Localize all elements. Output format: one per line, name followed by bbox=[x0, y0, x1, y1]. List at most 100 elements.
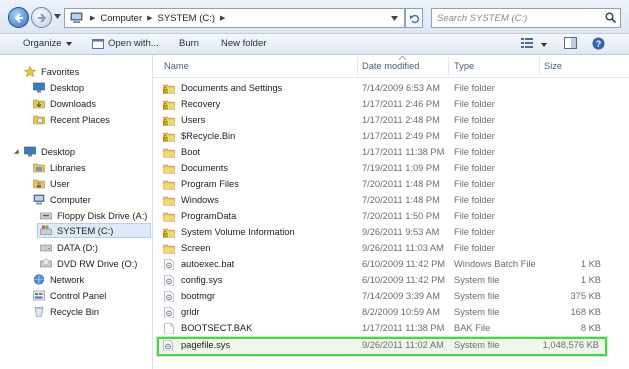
file-row[interactable]: Users 1/17/2011 2:48 PM File folder bbox=[159, 113, 607, 129]
file-row[interactable]: $Recycle.Bin 1/17/2011 2:49 PM File folder bbox=[159, 129, 607, 145]
view-details-icon bbox=[521, 38, 533, 48]
file-row[interactable]: Recovery 1/17/2011 2:46 PM File folder bbox=[159, 97, 607, 113]
column-header-size[interactable]: Size bbox=[544, 61, 562, 71]
file-row[interactable]: autoexec.bat 6/10/2009 11:42 PM Windows Ba… bbox=[159, 257, 607, 273]
file-date-modified: 6/10/2009 11:42 PM bbox=[362, 259, 446, 269]
file-row[interactable]: Documents and Settings 7/14/2009 6:53 AM F… bbox=[159, 81, 607, 97]
file-row[interactable]: Windows 7/20/2011 1:48 PM File folder bbox=[159, 193, 607, 209]
file-row[interactable]: Program Files 7/20/2011 1:48 PM File folde… bbox=[159, 177, 607, 193]
file-row[interactable]: config.sys 6/10/2009 11:42 PM System file 1… bbox=[159, 273, 607, 289]
breadcrumb-separator-icon[interactable]: ▶ bbox=[220, 14, 225, 22]
file-row[interactable]: Screen 9/26/2011 11:03 AM File folder bbox=[159, 241, 607, 257]
column-divider[interactable] bbox=[448, 57, 449, 75]
file-name: bootmgr bbox=[181, 291, 216, 301]
nav-control-panel[interactable]: Control Panel bbox=[33, 288, 106, 303]
view-dropdown-icon[interactable] bbox=[541, 43, 547, 47]
file-name: Program Files bbox=[181, 179, 239, 189]
nav-recycle-bin[interactable]: Recycle Bin bbox=[33, 304, 99, 319]
file-type: File folder bbox=[454, 83, 495, 93]
breadcrumb-separator-icon[interactable]: ▶ bbox=[147, 14, 152, 22]
help-button[interactable]: ? bbox=[592, 37, 605, 50]
nav-libraries[interactable]: Libraries bbox=[33, 160, 86, 175]
column-divider[interactable] bbox=[539, 57, 540, 75]
nav-network[interactable]: Network bbox=[33, 272, 84, 287]
file-date-modified: 1/17/2011 2:48 PM bbox=[362, 115, 440, 125]
breadcrumb-computer[interactable]: Computer bbox=[100, 13, 142, 24]
open-with-button[interactable]: Open with... bbox=[92, 38, 159, 49]
column-header-name[interactable]: Name bbox=[164, 61, 189, 71]
desktop-icon bbox=[33, 82, 45, 93]
nav-desktop[interactable]: Desktop bbox=[24, 144, 75, 159]
windows-drive-icon bbox=[40, 225, 52, 235]
nav-label: Downloads bbox=[50, 98, 96, 109]
system-file-icon bbox=[163, 340, 173, 351]
file-type: File folder bbox=[454, 163, 495, 173]
breadcrumb-separator-icon[interactable]: ▶ bbox=[90, 14, 95, 22]
file-name: pagefile.sys bbox=[181, 340, 231, 350]
folder-icon bbox=[163, 164, 175, 174]
file-name: Documents and Settings bbox=[181, 83, 283, 93]
arrow-left-icon bbox=[14, 13, 23, 23]
forward-button[interactable] bbox=[31, 7, 52, 28]
file-row[interactable]: Boot 1/17/2011 11:38 PM File folder bbox=[159, 145, 607, 161]
search-box[interactable] bbox=[431, 8, 621, 28]
file-row[interactable]: System Volume Information 9/26/2011 9:53 … bbox=[159, 225, 607, 241]
address-dropdown-icon[interactable] bbox=[391, 16, 398, 21]
nav-label: Computer bbox=[50, 194, 91, 205]
address-box[interactable]: ▶ Computer ▶ SYSTEM (C:) ▶ bbox=[64, 8, 405, 28]
file-type: File folder bbox=[454, 211, 495, 221]
nav-computer[interactable]: Computer bbox=[33, 192, 91, 207]
expander-icon[interactable]: ◢ bbox=[14, 148, 19, 155]
file-row[interactable]: grldr 8/2/2009 10:59 AM System file 168 KB bbox=[159, 305, 607, 321]
change-view-button[interactable] bbox=[521, 37, 534, 48]
folder-icon bbox=[163, 196, 175, 206]
system-file-icon bbox=[164, 291, 174, 302]
file-size: 1,048,576 KB bbox=[542, 340, 599, 350]
desktop-icon bbox=[24, 146, 36, 157]
recycle-bin-icon bbox=[34, 307, 44, 317]
nav-data-d[interactable]: DATA (D:) bbox=[40, 240, 98, 255]
file-row[interactable]: Documents 7/19/2011 1:09 PM File folder bbox=[159, 161, 607, 177]
nav-floppy-drive[interactable]: Floppy Disk Drive (A:) bbox=[40, 208, 147, 223]
burn-button[interactable]: Burn bbox=[179, 38, 199, 49]
nav-label: Recent Places bbox=[50, 114, 110, 125]
file-row[interactable]: BOOTSECT.BAK 1/17/2011 11:38 PM BAK File 8 … bbox=[159, 321, 607, 337]
preview-pane-button[interactable] bbox=[564, 37, 577, 49]
file-type: File folder bbox=[454, 115, 495, 125]
organize-label: Organize bbox=[23, 38, 62, 49]
nav-label: Desktop bbox=[41, 146, 76, 157]
nav-downloads[interactable]: Downloads bbox=[33, 96, 96, 111]
refresh-button[interactable] bbox=[405, 8, 423, 28]
file-type: Windows Batch File bbox=[454, 259, 536, 269]
back-button[interactable] bbox=[8, 7, 29, 28]
nav-dvd-drive[interactable]: DVD RW Drive (O:) bbox=[40, 256, 137, 271]
organize-button[interactable]: Organize bbox=[23, 38, 72, 49]
file-name: System Volume Information bbox=[181, 227, 295, 237]
file-row-selected[interactable]: pagefile.sys 9/26/2011 11:02 AM System fil… bbox=[157, 337, 607, 356]
file-date-modified: 7/14/2009 3:39 AM bbox=[362, 291, 441, 301]
file-row[interactable]: bootmgr 7/14/2009 3:39 AM System file 375 K… bbox=[159, 289, 607, 305]
hard-drive-icon bbox=[40, 244, 52, 252]
column-header-type[interactable]: Type bbox=[454, 61, 474, 71]
nav-favorites[interactable]: Favorites bbox=[24, 64, 79, 79]
file-type: File folder bbox=[454, 131, 495, 141]
recent-places-icon bbox=[33, 115, 45, 125]
column-header-date[interactable]: Date modified bbox=[362, 61, 419, 71]
column-divider[interactable] bbox=[357, 57, 358, 75]
nav-system-c[interactable]: SYSTEM (C:) bbox=[37, 223, 151, 238]
file-name: $Recycle.Bin bbox=[181, 131, 236, 141]
history-dropdown-icon[interactable] bbox=[54, 14, 61, 19]
file-row[interactable]: ProgramData 7/20/2011 1:50 PM File folder bbox=[159, 209, 607, 225]
nav-desktop-favorite[interactable]: Desktop bbox=[33, 80, 84, 95]
new-folder-button[interactable]: New folder bbox=[221, 38, 266, 49]
file-type: File folder bbox=[454, 195, 495, 205]
file-date-modified: 1/17/2011 2:46 PM bbox=[362, 99, 440, 109]
search-icon[interactable] bbox=[605, 12, 616, 23]
file-list: Name Date modified Type Size Documents a… bbox=[153, 55, 629, 369]
breadcrumb-system-c[interactable]: SYSTEM (C:) bbox=[158, 13, 216, 24]
search-input[interactable] bbox=[437, 12, 597, 25]
file-name: Screen bbox=[181, 243, 211, 253]
nav-recent-places[interactable]: Recent Places bbox=[33, 112, 110, 127]
open-with-label: Open with... bbox=[108, 38, 159, 49]
nav-user[interactable]: User bbox=[33, 176, 70, 191]
